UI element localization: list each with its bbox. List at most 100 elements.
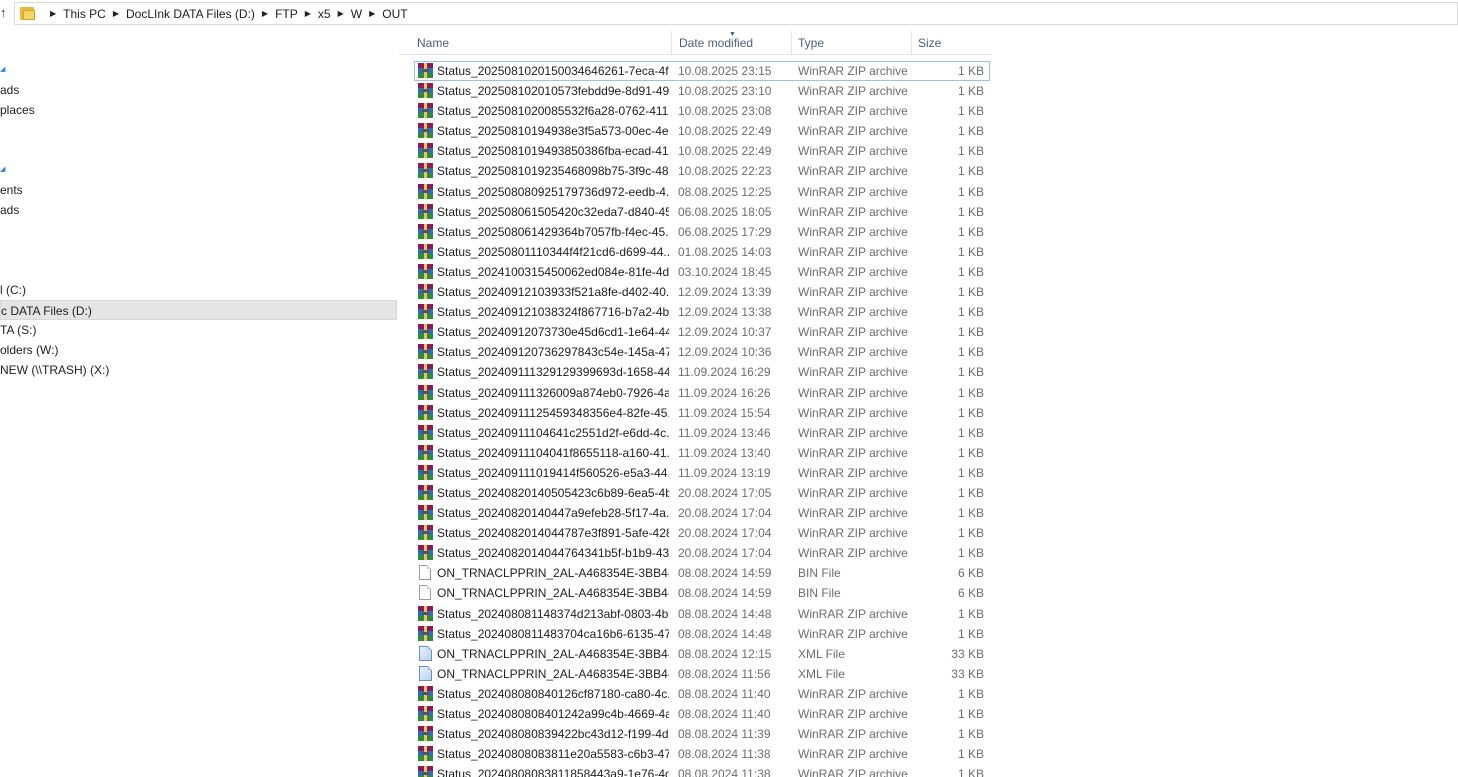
winrar-archive-icon [418,706,433,721]
file-date-modified: 10.08.2025 23:08 [678,104,772,119]
file-row[interactable]: Status_20240912073730e45d6cd1-1e64-44...… [414,322,990,342]
file-row[interactable]: ON_TRNACLPPRIN_2AL-A468354E-3BB4-... 08.0… [414,644,990,664]
file-row[interactable]: Status_202508061505420c32eda7-d840-45...… [414,202,990,222]
file-row[interactable]: Status_202409121038324f867716-b7a2-4b...… [414,302,990,322]
file-type: WinRAR ZIP archive [798,546,908,561]
winrar-archive-icon [418,484,433,500]
file-row[interactable]: Status_202408080840126cf87180-ca80-4c...… [414,684,990,704]
nav-item[interactable]: places [0,100,397,120]
file-row[interactable]: Status_20250801110344f4f21cd6-d699-44...… [414,242,990,262]
file-row[interactable]: Status_202408081148374d213abf-0803-4b...… [414,604,990,624]
file-type: WinRAR ZIP archive [798,204,908,219]
file-size: 1 KB [957,305,984,320]
file-row[interactable]: ON_TRNACLPPRIN_2AL-A468354E-3BB4-... 08.0… [414,563,990,583]
file-row[interactable]: Status_20240808083811e20a5583-c6b3-47...… [414,744,990,764]
file-row[interactable]: Status_2024100315450062ed084e-81fe-4d...… [414,262,990,282]
file-name: Status_202508102010573febdd9e-8d91-49... [437,84,669,99]
file-size: 1 KB [957,626,984,641]
column-size[interactable]: Size [912,31,992,55]
file-row[interactable]: Status_202508080925179736d972-eedb-4... 0… [414,182,990,202]
nav-item[interactable]: l (C:) [0,280,397,300]
file-size: 6 KB [957,566,984,581]
chevron-right-icon[interactable]: ▶ [305,9,311,18]
file-row[interactable]: Status_20240911125459348356e4-82fe-45...… [414,403,990,423]
file-size: 1 KB [957,546,984,561]
chevron-right-icon[interactable]: ▶ [50,9,56,18]
nav-item[interactable]: olders (W:) [0,340,397,360]
file-size: 1 KB [957,707,984,721]
winrar-archive-icon [418,424,433,440]
file-row[interactable]: Status_20240820140505423c6b89-6ea5-4b...… [414,483,990,503]
column-name[interactable]: Name [399,31,672,55]
file-size: 1 KB [957,164,984,179]
nav-item[interactable]: ads [0,80,397,100]
file-type: WinRAR ZIP archive [798,104,908,119]
file-row[interactable]: Status_202409111326009a874eb0-7926-4a...… [414,383,990,403]
nav-item[interactable]: TA (S:) [0,320,397,340]
file-row[interactable]: Status_202409111019414f560526-e5a3-44...… [414,463,990,483]
chevron-right-icon[interactable]: ▶ [113,9,119,18]
file-row[interactable]: Status_202409120736297843c54e-145a-47...… [414,342,990,362]
winrar-archive-icon [418,263,433,279]
breadcrumb-item[interactable]: FTP [275,7,298,21]
file-row[interactable]: Status_202508061429364b7057fb-f4ec-45...… [414,222,990,242]
file-row[interactable]: Status_20240911104641c2551d2f-e6dd-4c...… [414,423,990,443]
file-date-modified: 10.08.2025 22:49 [678,124,772,139]
file-date-modified: 11.09.2024 13:46 [678,425,771,440]
file-row[interactable]: Status_2025081019235468098b75-3f9c-48...… [414,161,990,181]
file-type: WinRAR ZIP archive [798,84,908,99]
file-row[interactable]: Status_20240912103933f521a8fe-d402-40...… [414,282,990,302]
file-row[interactable]: ON_TRNACLPPRIN_2AL-A468354E-3BB4-... 08.0… [414,583,990,603]
winrar-archive-icon [418,726,433,742]
file-row[interactable]: Status_202409111329129399693d-1658-44...… [414,362,990,382]
nav-item[interactable]: NEW (\\TRASH) (X:) [0,360,397,380]
file-name: Status_2024100315450062ed084e-81fe-4d... [437,264,669,279]
breadcrumb-item[interactable]: This PC [63,7,106,21]
file-row[interactable]: Status_20240808083811858443a9-1e76-4d...… [414,764,990,777]
file-size: 1 KB [957,345,984,360]
file-row[interactable]: Status_202408080839422bc43d12-f199-4d...… [414,724,990,744]
file-size: 1 KB [957,244,984,259]
chevron-right-icon[interactable]: ▶ [338,9,344,18]
file-type: WinRAR ZIP archive [798,626,908,641]
winrar-archive-icon [418,83,433,99]
winrar-archive-icon [418,364,433,380]
nav-expand-icon[interactable]: ◢ [0,66,6,73]
nav-item[interactable]: c DATA Files (D:) [0,300,397,320]
file-row[interactable]: Status_2024082014044787e3f891-5afe-428..… [414,523,990,543]
breadcrumb-item[interactable]: x5 [318,7,331,21]
breadcrumb-item[interactable]: OUT [382,7,407,21]
nav-item[interactable]: ents [0,180,397,200]
file-row[interactable]: Status_2024080808401242a99c4b-4669-4a...… [414,704,990,724]
file-row[interactable]: Status_2025081020085532f6a28-0762-411...… [414,101,990,121]
nav-item[interactable]: ads [0,200,397,220]
file-date-modified: 06.08.2025 17:29 [678,224,772,239]
column-type[interactable]: Type [792,31,912,55]
file-date-modified: 08.08.2024 11:38 [678,767,771,777]
file-row[interactable]: Status_2025081019493850386fba-ecad-41...… [414,141,990,161]
winrar-archive-icon [418,324,433,340]
nav-expand-icon[interactable]: ◢ [0,166,6,173]
breadcrumb-item[interactable]: W [351,7,362,21]
chevron-right-icon[interactable]: ▶ [262,9,268,18]
blank-file-icon [419,565,431,581]
file-row[interactable]: Status_20250810194938e3f5a573-00ec-4e...… [414,121,990,141]
file-row[interactable]: Status_2025081020150034646261-7eca-4f...… [414,61,990,82]
file-date-modified: 08.08.2024 14:59 [678,566,772,581]
up-arrow-icon[interactable]: ↑ [0,4,10,22]
file-row[interactable]: ON_TRNACLPPRIN_2AL-A468354E-3BB4-... 08.0… [414,664,990,684]
file-type: WinRAR ZIP archive [798,707,908,721]
file-date-modified: 10.08.2025 22:49 [678,144,772,159]
file-row[interactable]: Status_202508102010573febdd9e-8d91-49...… [414,81,990,101]
file-name: Status_20250810194938e3f5a573-00ec-4e... [437,124,669,139]
breadcrumb-item[interactable]: DocLInk DATA Files (D:) [126,7,255,21]
file-row[interactable]: Status_2024082014044764341b5f-b1b9-43...… [414,543,990,563]
file-row[interactable]: Status_20240820140447a9efeb28-5f17-4a...… [414,503,990,523]
file-type: WinRAR ZIP archive [798,506,908,521]
file-type: WinRAR ZIP archive [798,164,908,179]
address-bar[interactable]: ▶ This PC ▶ DocLInk DATA Files (D:) ▶ FTP ▶ x5 ▶… [14,2,1458,25]
file-date-modified: 08.08.2024 11:38 [678,747,771,762]
file-row[interactable]: Status_20240911104041f8655118-a160-41...… [414,443,990,463]
file-row[interactable]: Status_2024080811483704ca16b6-6135-47...… [414,624,990,644]
chevron-right-icon[interactable]: ▶ [369,9,375,18]
